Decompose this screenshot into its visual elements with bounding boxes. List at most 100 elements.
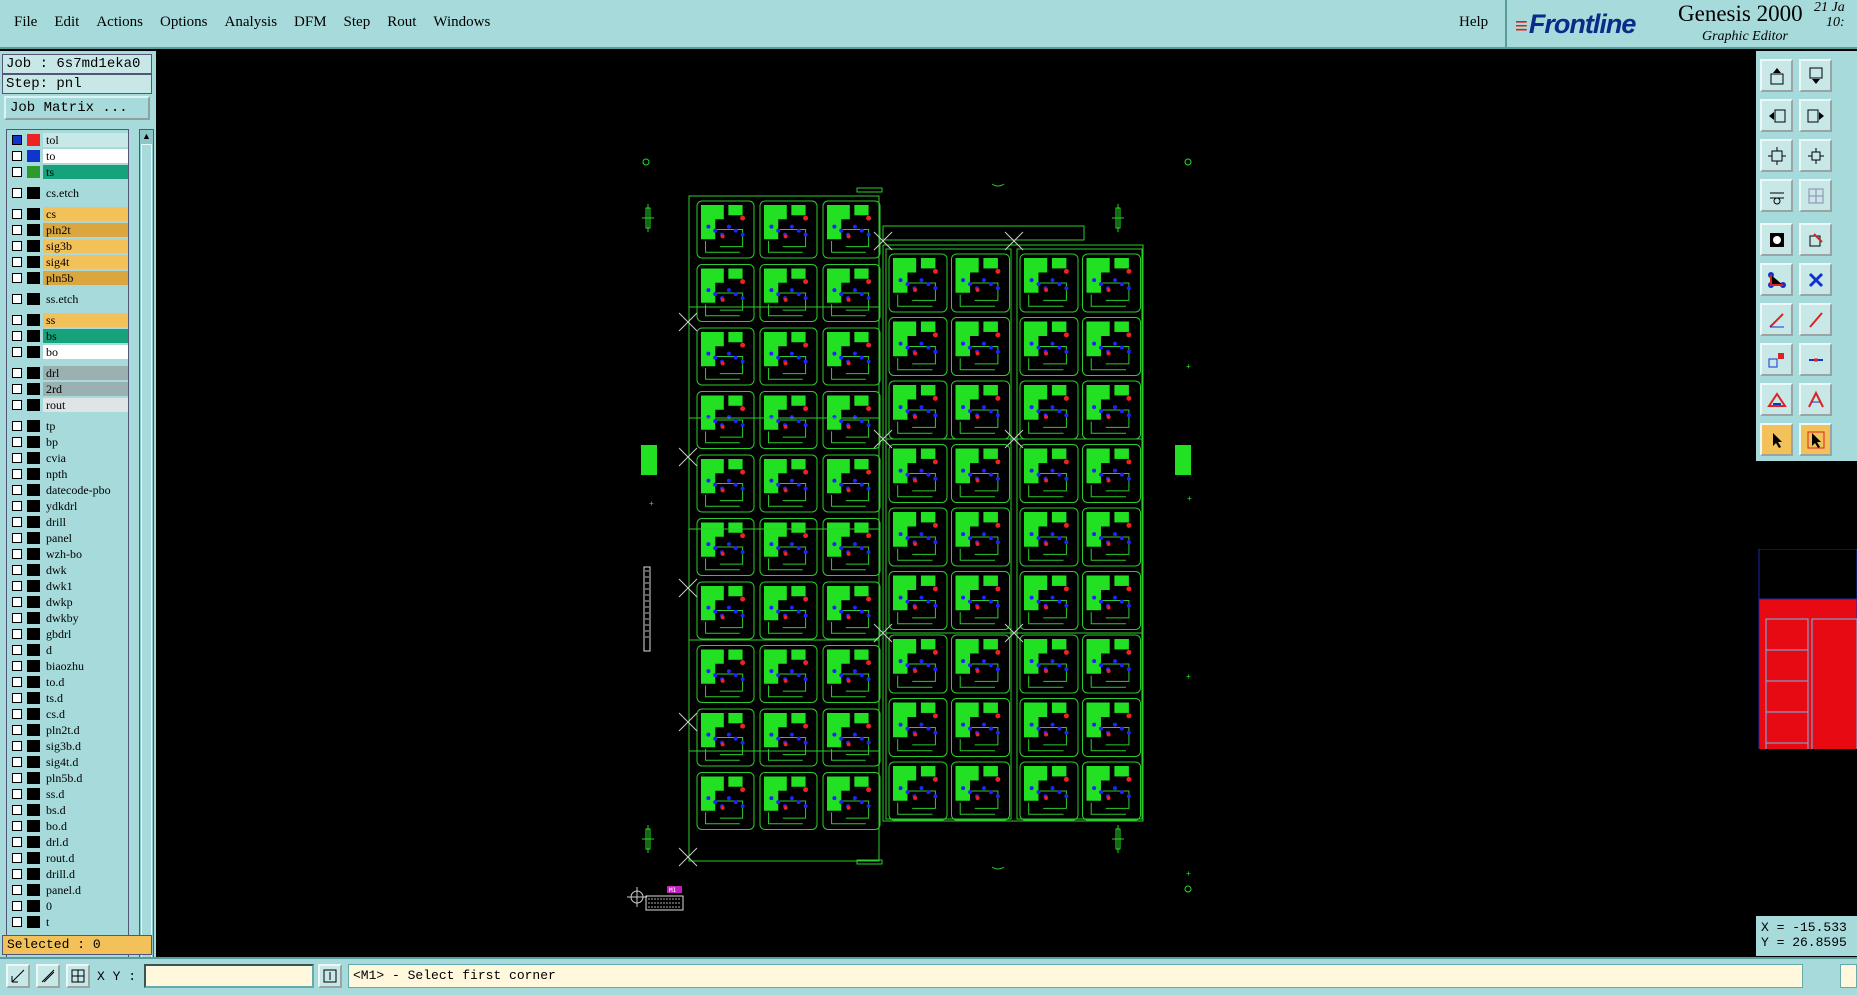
tool-button-measure[interactable] xyxy=(1760,179,1793,212)
layer-checkbox[interactable] xyxy=(12,613,22,623)
layer-checkbox[interactable] xyxy=(12,805,22,815)
input-toggle-button[interactable] xyxy=(318,964,342,988)
layer-name[interactable]: pln2t xyxy=(43,223,128,237)
layer-row-ts[interactable]: ts xyxy=(7,165,128,179)
layer-row-sig3b[interactable]: sig3b xyxy=(7,239,128,253)
layer-name[interactable]: bo.d xyxy=(43,819,128,833)
layer-row-drl[interactable]: drl xyxy=(7,366,128,380)
layer-checkbox[interactable] xyxy=(12,294,22,304)
layer-name[interactable]: ss.d xyxy=(43,787,128,801)
tool-button-slash[interactable] xyxy=(1799,303,1832,336)
menu-step[interactable]: Step xyxy=(344,14,371,31)
layer-name[interactable]: sig4t xyxy=(43,255,128,269)
layer-name[interactable]: 0 xyxy=(43,899,128,913)
layer-checkbox[interactable] xyxy=(12,209,22,219)
layer-row-drill[interactable]: drill xyxy=(7,515,128,529)
tool-button-triangle[interactable] xyxy=(1760,383,1793,416)
layer-row-ss.d[interactable]: ss.d xyxy=(7,787,128,801)
layer-checkbox[interactable] xyxy=(12,725,22,735)
layer-name[interactable]: bs.d xyxy=(43,803,128,817)
layer-row-bp[interactable]: bp xyxy=(7,435,128,449)
layer-row-bs[interactable]: bs xyxy=(7,329,128,343)
layer-name[interactable]: bo xyxy=(43,345,128,359)
layer-checkbox[interactable] xyxy=(12,773,22,783)
layer-checkbox[interactable] xyxy=(12,629,22,639)
layer-row-dwk1[interactable]: dwk1 xyxy=(7,579,128,593)
layer-name[interactable]: d xyxy=(43,643,128,657)
layer-checkbox[interactable] xyxy=(12,485,22,495)
layer-row-panel.d[interactable]: panel.d xyxy=(7,883,128,897)
layer-checkbox[interactable] xyxy=(12,757,22,767)
tool-button-segment[interactable] xyxy=(1799,343,1832,376)
menu-edit[interactable]: Edit xyxy=(54,14,79,31)
menu-help[interactable]: Help xyxy=(1459,14,1488,31)
tool-button-panel-down[interactable] xyxy=(1799,59,1832,92)
layer-name[interactable]: biaozhu xyxy=(43,659,128,673)
tool-button-select[interactable] xyxy=(1760,423,1793,456)
tool-button-zoom-fit[interactable] xyxy=(1760,139,1793,172)
layer-row-datecode-pbo[interactable]: datecode-pbo xyxy=(7,483,128,497)
layer-checkbox[interactable] xyxy=(12,368,22,378)
menu-options[interactable]: Options xyxy=(160,14,208,31)
tool-button-grid[interactable] xyxy=(1799,179,1832,212)
layer-name[interactable]: panel xyxy=(43,531,128,545)
layer-checkbox[interactable] xyxy=(12,549,22,559)
layer-row-biaozhu[interactable]: biaozhu xyxy=(7,659,128,673)
layer-row-pln5b.d[interactable]: pln5b.d xyxy=(7,771,128,785)
layer-scrollbar[interactable]: ▲ ▼ xyxy=(139,129,154,983)
menu-actions[interactable]: Actions xyxy=(96,14,143,31)
layer-checkbox[interactable] xyxy=(12,188,22,198)
layer-checkbox[interactable] xyxy=(12,501,22,511)
layer-row-cs.d[interactable]: cs.d xyxy=(7,707,128,721)
layer-row-rout.d[interactable]: rout.d xyxy=(7,851,128,865)
layer-row-ts.d[interactable]: ts.d xyxy=(7,691,128,705)
layer-name[interactable]: bs xyxy=(43,329,128,343)
layer-name[interactable]: pln5b xyxy=(43,271,128,285)
xy-input[interactable] xyxy=(144,964,314,988)
menu-file[interactable]: File xyxy=(14,14,37,31)
layer-name[interactable]: drill.d xyxy=(43,867,128,881)
layer-row-pln2t.d[interactable]: pln2t.d xyxy=(7,723,128,737)
layer-row-dwkby[interactable]: dwkby xyxy=(7,611,128,625)
layer-checkbox[interactable] xyxy=(12,151,22,161)
layer-checkbox[interactable] xyxy=(12,315,22,325)
mode-button-2[interactable] xyxy=(36,964,60,988)
layer-row-pln2t[interactable]: pln2t xyxy=(7,223,128,237)
layer-name[interactable]: t xyxy=(43,915,128,929)
layer-checkbox[interactable] xyxy=(12,645,22,655)
layer-checkbox[interactable] xyxy=(12,347,22,357)
layer-name[interactable]: rout xyxy=(43,398,128,412)
layer-name[interactable]: sig4t.d xyxy=(43,755,128,769)
layer-name[interactable]: to xyxy=(43,149,128,163)
layer-checkbox[interactable] xyxy=(12,421,22,431)
layer-name[interactable]: dwkp xyxy=(43,595,128,609)
layer-name[interactable]: dwkby xyxy=(43,611,128,625)
layer-checkbox[interactable] xyxy=(12,400,22,410)
tool-button-delete[interactable] xyxy=(1799,263,1832,296)
layer-checkbox[interactable] xyxy=(12,581,22,591)
layer-row-panel[interactable]: panel xyxy=(7,531,128,545)
layer-name[interactable]: datecode-pbo xyxy=(43,483,128,497)
menu-analysis[interactable]: Analysis xyxy=(225,14,278,31)
menu-rout[interactable]: Rout xyxy=(387,14,416,31)
layer-row-2rd[interactable]: 2rd xyxy=(7,382,128,396)
layer-checkbox[interactable] xyxy=(12,384,22,394)
layer-checkbox[interactable] xyxy=(12,693,22,703)
menu-windows[interactable]: Windows xyxy=(433,14,490,31)
layer-checkbox[interactable] xyxy=(12,331,22,341)
layer-row-cs[interactable]: cs xyxy=(7,207,128,221)
layer-checkbox[interactable] xyxy=(12,597,22,607)
panel-preview[interactable] xyxy=(1756,548,1857,801)
layer-row-dwk[interactable]: dwk xyxy=(7,563,128,577)
layer-row-tp[interactable]: tp xyxy=(7,419,128,433)
layer-checkbox[interactable] xyxy=(12,533,22,543)
layer-checkbox[interactable] xyxy=(12,241,22,251)
layer-checkbox[interactable] xyxy=(12,453,22,463)
layer-checkbox[interactable] xyxy=(12,257,22,267)
layer-checkbox[interactable] xyxy=(12,837,22,847)
layer-row-ydkdrl[interactable]: ydkdrl xyxy=(7,499,128,513)
layer-row-to[interactable]: to xyxy=(7,149,128,163)
layer-row-cs.etch[interactable]: cs.etch xyxy=(7,186,128,200)
layer-checkbox[interactable] xyxy=(12,677,22,687)
layer-checkbox[interactable] xyxy=(12,709,22,719)
